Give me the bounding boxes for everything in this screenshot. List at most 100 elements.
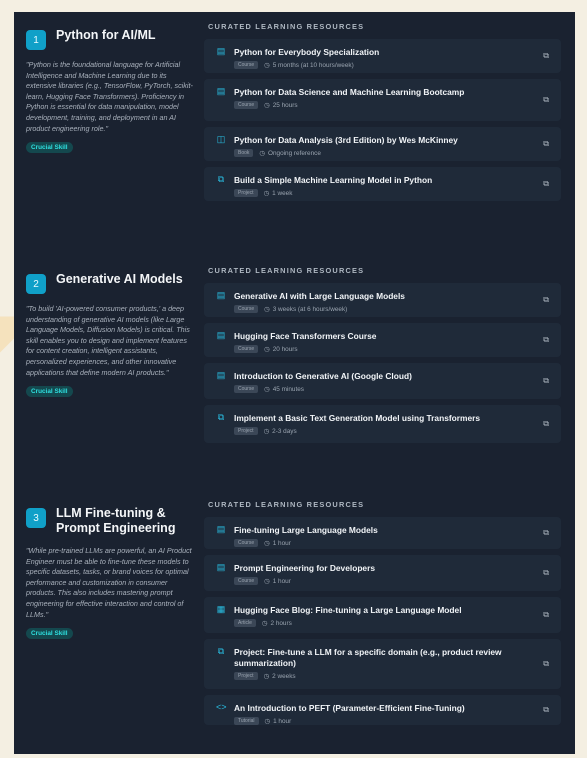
resource-meta: Course ◷ 5 months (at 10 hours/week) [234, 61, 531, 69]
resource-type-badge: Project [234, 672, 258, 680]
resource-title[interactable]: Fine-tuning Large Language Models [234, 525, 531, 536]
external-link-icon[interactable]: ⧉ [543, 179, 549, 189]
skill-title: Python for AI/ML [56, 28, 156, 42]
resource-meta: Book ◷ Ongoing reference [234, 149, 531, 157]
resource-duration: 5 months (at 10 hours/week) [272, 61, 354, 69]
clock-icon: ◷ [264, 346, 270, 353]
crucial-skill-badge: Crucial Skill [26, 142, 73, 154]
resource-title[interactable]: Build a Simple Machine Learning Model in… [234, 175, 531, 186]
resource-meta: Course ◷ 3 weeks (at 6 hours/week) [234, 305, 531, 313]
resource-duration: 1 hour [273, 717, 292, 725]
clock-icon: ◷ [263, 190, 270, 197]
resource-card[interactable]: ▦ Hugging Face Blog: Fine-tuning a Large … [204, 597, 561, 633]
resource-card[interactable]: ▤ Hugging Face Transformers Course Course ◷… [204, 323, 561, 357]
clock-icon: ◷ [264, 386, 270, 393]
resource-card[interactable]: ⧉ Project: Fine-tune a LLM for a specific… [204, 639, 561, 689]
skill-title: Generative AI Models [56, 272, 183, 286]
skill-description: "While pre-trained LLMs are powerful, an… [26, 546, 192, 619]
resource-card[interactable]: ⧉ Build a Simple Machine Learning Model i… [204, 167, 561, 201]
resource-meta: Course ◷ 45 minutes [234, 385, 531, 393]
resource-title[interactable]: Generative AI with Large Language Models [234, 291, 531, 302]
external-link-icon[interactable]: ⧉ [543, 95, 549, 105]
resource-title[interactable]: Prompt Engineering for Developers [234, 563, 531, 574]
external-link-icon[interactable]: ⧉ [543, 376, 549, 386]
resource-card[interactable]: ▤ Python for Everybody Specialization Cour… [204, 39, 561, 73]
clock-icon: ◷ [264, 540, 270, 547]
resources-heading: CURATED LEARNING RESOURCES [208, 22, 365, 31]
resource-title[interactable]: Implement a Basic Text Generation Model … [234, 413, 531, 424]
resources-heading: CURATED LEARNING RESOURCES [208, 266, 365, 275]
resource-type-badge: Project [234, 427, 258, 435]
learning-path-panel: 1 Python for AI/ML "Python is the foundati… [14, 12, 575, 754]
skill-number-badge: 3 [26, 508, 46, 528]
resource-card[interactable]: ▤ Prompt Engineering for Developers Course… [204, 555, 561, 591]
external-link-icon[interactable]: ⧉ [543, 528, 549, 538]
course-icon: ▤ [216, 562, 226, 572]
resource-duration: 25 hours [272, 101, 298, 109]
resource-meta: Course ◷ 1 hour [234, 539, 531, 547]
course-icon: ▤ [216, 86, 226, 96]
resource-type-badge: Project [234, 189, 258, 197]
resource-duration: 2 weeks [272, 672, 296, 680]
clock-icon: ◷ [264, 718, 271, 725]
resources-column: CURATED LEARNING RESOURCES ▤ Generative AI… [204, 256, 575, 478]
resource-title[interactable]: Python for Data Science and Machine Lear… [234, 87, 531, 98]
resource-type-badge: Course [234, 61, 259, 69]
external-link-icon[interactable]: ⧉ [543, 295, 549, 305]
external-link-icon[interactable]: ⧉ [543, 610, 549, 620]
resource-title[interactable]: Hugging Face Blog: Fine-tuning a Large L… [234, 605, 531, 616]
external-link-icon[interactable]: ⧉ [543, 568, 549, 578]
resource-title[interactable]: Project: Fine-tune a LLM for a specific … [234, 647, 531, 669]
course-icon: ▤ [216, 46, 226, 56]
skill-header: 2 Generative AI Models [26, 272, 194, 294]
clock-icon: ◷ [264, 102, 270, 109]
resource-card[interactable]: ⧉ Implement a Basic Text Generation Model… [204, 405, 561, 443]
resource-title[interactable]: Python for Data Analysis (3rd Edition) b… [234, 135, 531, 146]
resource-title[interactable]: Hugging Face Transformers Course [234, 331, 531, 342]
resource-type-badge: Article [234, 619, 256, 627]
resource-title[interactable]: Introduction to Generative AI (Google Cl… [234, 371, 531, 382]
resources-column: CURATED LEARNING RESOURCES ▤ Fine-tuning L… [204, 490, 575, 754]
resource-meta: Project ◷ 1 week [234, 189, 531, 197]
skill-summary: 3 LLM Fine-tuning & Prompt Engineering "Wh… [14, 490, 204, 754]
resource-meta: Course ◷ 25 hours [234, 101, 531, 109]
external-link-icon[interactable]: ⧉ [543, 139, 549, 149]
resource-meta: Course ◷ 1 hour [234, 577, 531, 585]
resource-type-badge: Course [234, 101, 259, 109]
resource-type-badge: Course [234, 577, 259, 585]
resource-meta: Project ◷ 2 weeks [234, 672, 531, 680]
external-link-icon[interactable]: ⧉ [543, 51, 549, 61]
external-link-icon[interactable]: ⧉ [543, 335, 549, 345]
resource-card[interactable]: ▤ Python for Data Science and Machine Lea… [204, 79, 561, 121]
resource-card[interactable]: ▤ Fine-tuning Large Language Models Course… [204, 517, 561, 549]
resource-card[interactable]: ▤ Generative AI with Large Language Model… [204, 283, 561, 317]
resource-type-badge: Course [234, 305, 259, 313]
skill-number-badge: 1 [26, 30, 46, 50]
resource-card[interactable]: ◫ Python for Data Analysis (3rd Edition) … [204, 127, 561, 161]
resource-duration: 2 hours [270, 619, 292, 627]
resource-title[interactable]: An Introduction to PEFT (Parameter-Effic… [234, 703, 531, 714]
skill-module: 2 Generative AI Models "To build 'AI-power… [14, 256, 575, 478]
course-icon: ▤ [216, 330, 226, 340]
clock-icon: ◷ [264, 578, 270, 585]
resources-column: CURATED LEARNING RESOURCES ▤ Python for Ev… [204, 12, 575, 244]
resource-card[interactable]: <> An Introduction to PEFT (Parameter-Eff… [204, 695, 561, 725]
resource-card[interactable]: ▤ Introduction to Generative AI (Google C… [204, 363, 561, 399]
external-link-icon[interactable]: ⧉ [543, 419, 549, 429]
book-icon: ◫ [216, 134, 226, 144]
resource-type-badge: Course [234, 345, 259, 353]
course-icon: ▤ [216, 290, 226, 300]
resource-type-badge: Tutorial [234, 717, 259, 725]
resource-meta: Article ◷ 2 hours [234, 619, 531, 627]
clock-icon: ◷ [264, 62, 270, 69]
skill-module: 3 LLM Fine-tuning & Prompt Engineering "Wh… [14, 490, 575, 754]
article-icon: ▦ [216, 604, 226, 614]
external-link-icon[interactable]: ⧉ [543, 659, 549, 669]
clock-icon: ◷ [261, 620, 268, 627]
resource-title[interactable]: Python for Everybody Specialization [234, 47, 531, 58]
resource-type-badge: Book [234, 149, 254, 157]
clock-icon: ◷ [259, 150, 265, 157]
external-link-icon[interactable]: ⧉ [543, 705, 549, 715]
resource-duration: 1 hour [272, 539, 291, 547]
resource-duration: 3 weeks (at 6 hours/week) [272, 305, 348, 313]
